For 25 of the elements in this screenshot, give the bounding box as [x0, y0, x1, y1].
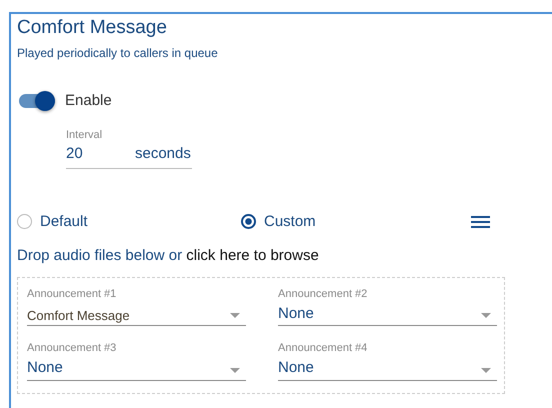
radio-label: Custom: [264, 212, 316, 232]
caret-icon: [481, 313, 491, 318]
field-label: Announcement #4: [278, 341, 368, 356]
drop-instruction: Drop audio files below or click here to browse: [17, 246, 320, 266]
subtitle: Played periodically to callers in queue: [17, 45, 219, 62]
field-label: Announcement #2: [278, 286, 368, 302]
field-label: Announcement #3: [27, 341, 118, 356]
caret-icon: [230, 368, 240, 372]
toggle-label: Enable: [65, 91, 112, 111]
field-label: Interval: [66, 128, 104, 142]
interval-field[interactable]: 20 seconds: [66, 143, 192, 168]
panel-title: Comfort Message: [17, 16, 168, 40]
dropdown-field[interactable]: None: [27, 356, 246, 380]
caret-icon: [230, 313, 240, 318]
field-label: Announcement #1: [27, 286, 118, 302]
radio-button[interactable]: [241, 214, 256, 230]
menu-icon[interactable]: [470, 214, 490, 229]
dropdown-field[interactable]: None: [278, 302, 497, 326]
enable-toggle[interactable]: [19, 94, 55, 108]
dropdown-field[interactable]: Comfort Message: [27, 302, 246, 326]
browse-link[interactable]: click here to browse: [186, 247, 319, 264]
caret-icon: [481, 368, 491, 372]
radio-label: Default: [40, 212, 88, 232]
dropdown-field[interactable]: None: [278, 356, 497, 380]
radio-button[interactable]: [17, 214, 32, 230]
